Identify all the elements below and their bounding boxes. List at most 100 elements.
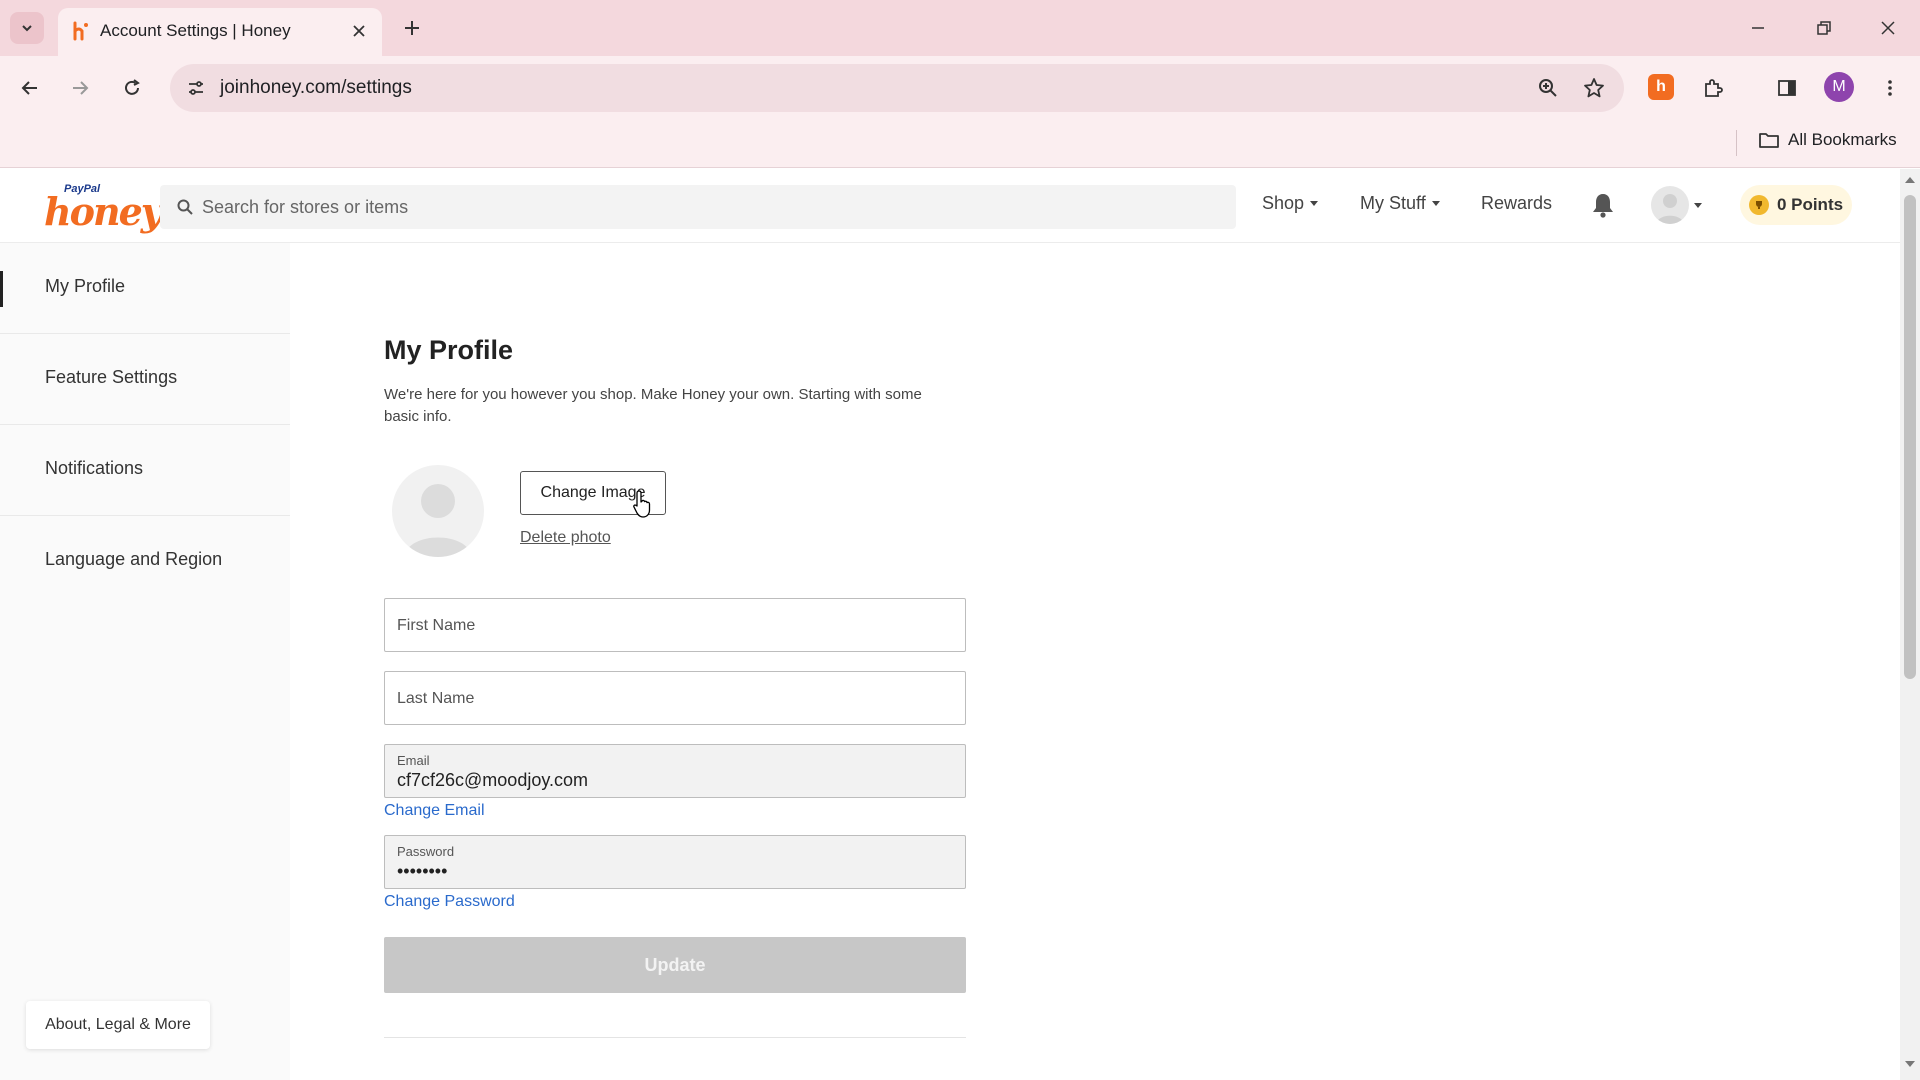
forward-button[interactable] bbox=[64, 72, 96, 104]
tab-close-button[interactable] bbox=[348, 20, 370, 42]
delete-photo-link[interactable]: Delete photo bbox=[520, 529, 611, 547]
points-badge[interactable]: 0 Points bbox=[1740, 185, 1852, 225]
browser-menu-button[interactable] bbox=[1874, 72, 1906, 104]
plus-icon bbox=[405, 21, 419, 35]
main-content: My Profile We're here for you however yo… bbox=[290, 243, 1900, 1080]
scroll-down-arrow-icon[interactable] bbox=[1905, 1061, 1915, 1067]
sidebar-item-label: Feature Settings bbox=[45, 367, 178, 387]
caret-down-icon bbox=[1310, 201, 1319, 206]
page-description: We're here for you however you shop. Mak… bbox=[384, 386, 922, 425]
bell-icon[interactable] bbox=[1590, 191, 1616, 219]
new-tab-button[interactable] bbox=[398, 14, 426, 42]
search-input[interactable] bbox=[202, 185, 1222, 229]
tune-icon bbox=[189, 81, 203, 95]
minimize-icon bbox=[1752, 27, 1764, 29]
page-scrollbar[interactable] bbox=[1900, 169, 1920, 1080]
close-window-button[interactable] bbox=[1868, 12, 1908, 44]
close-icon bbox=[1881, 21, 1895, 35]
honey-extension-icon[interactable]: h bbox=[1648, 74, 1674, 100]
honey-logo[interactable]: PayPal honey bbox=[44, 183, 163, 234]
caret-down-icon[interactable] bbox=[1694, 203, 1702, 208]
last-name-placeholder: Last Name bbox=[397, 690, 475, 707]
star-icon bbox=[1584, 78, 1604, 98]
nav-my-stuff[interactable]: My Stuff bbox=[1360, 193, 1440, 214]
nav-rewards-label: Rewards bbox=[1481, 193, 1553, 213]
chevron-down-icon bbox=[22, 25, 32, 32]
nav-my-stuff-label: My Stuff bbox=[1360, 193, 1426, 213]
browser-toolbar: joinhoney.com/settings h M bbox=[0, 56, 1920, 120]
user-avatar[interactable] bbox=[1651, 186, 1689, 224]
nav-shop[interactable]: Shop bbox=[1262, 193, 1319, 214]
more-vertical-icon bbox=[1888, 80, 1892, 96]
reload-button[interactable] bbox=[116, 72, 148, 104]
reload-icon bbox=[125, 79, 140, 95]
honey-favicon-icon bbox=[73, 21, 88, 41]
profile-photo bbox=[392, 465, 484, 557]
points-label: 0 Points bbox=[1776, 195, 1844, 214]
minimize-button[interactable] bbox=[1738, 12, 1778, 44]
scroll-up-arrow-icon[interactable] bbox=[1905, 177, 1915, 183]
email-label: Email bbox=[397, 753, 430, 768]
nav-shop-label: Shop bbox=[1262, 193, 1305, 213]
all-bookmarks-button[interactable]: All Bookmarks bbox=[1758, 130, 1897, 150]
caret-down-icon bbox=[1431, 201, 1440, 206]
last-name-field[interactable]: Last Name bbox=[384, 671, 966, 725]
user-placeholder-icon bbox=[1656, 194, 1684, 224]
password-label: Password bbox=[397, 844, 455, 859]
bookmark-star-button[interactable] bbox=[1580, 74, 1608, 102]
browser-profile-avatar[interactable]: M bbox=[1824, 72, 1854, 102]
settings-sidebar: My Profile Feature Settings Notification… bbox=[0, 243, 290, 1080]
sidebar-item-notifications[interactable]: Notifications bbox=[0, 425, 290, 516]
trophy-coin-icon bbox=[1748, 195, 1769, 215]
email-field: Email cf7cf26c@moodjoy.com bbox=[384, 744, 966, 798]
update-button[interactable]: Update bbox=[384, 937, 966, 993]
sidebar-item-label: Language and Region bbox=[45, 549, 223, 569]
extensions-button[interactable] bbox=[1697, 72, 1729, 104]
site-info-button[interactable] bbox=[182, 74, 210, 102]
side-panel-button[interactable] bbox=[1771, 72, 1803, 104]
change-email-link[interactable]: Change Email bbox=[384, 802, 485, 820]
sidebar-item-label: Notifications bbox=[45, 458, 144, 478]
site-header: PayPal honey Shop My Stuff Rewards 0 Poi… bbox=[0, 169, 1900, 243]
sidebar-item-my-profile[interactable]: My Profile bbox=[0, 243, 290, 334]
url-text: joinhoney.com/settings bbox=[220, 77, 412, 98]
nav-rewards[interactable]: Rewards bbox=[1481, 193, 1552, 214]
sidebar-item-language-region[interactable]: Language and Region bbox=[0, 516, 290, 607]
scrollbar-thumb[interactable] bbox=[1904, 195, 1916, 679]
password-value: •••••••• bbox=[397, 861, 448, 881]
all-bookmarks-label: All Bookmarks bbox=[1788, 130, 1897, 149]
restore-icon bbox=[1817, 21, 1831, 35]
user-placeholder-icon bbox=[404, 484, 472, 557]
about-legal-button[interactable]: About, Legal & More bbox=[26, 1001, 210, 1049]
side-panel-icon bbox=[1778, 80, 1796, 96]
puzzle-icon bbox=[1705, 79, 1723, 97]
address-bar[interactable]: joinhoney.com/settings bbox=[170, 64, 1624, 112]
page-title: My Profile bbox=[384, 335, 514, 365]
sidebar-item-feature-settings[interactable]: Feature Settings bbox=[0, 334, 290, 425]
folder-icon bbox=[1759, 133, 1779, 148]
tab-title: Account Settings | Honey bbox=[100, 21, 291, 40]
back-button[interactable] bbox=[14, 72, 46, 104]
hand-cursor-icon bbox=[633, 490, 651, 518]
zoom-icon bbox=[1539, 79, 1557, 97]
section-divider bbox=[384, 1037, 966, 1038]
bookmarks-separator bbox=[1736, 130, 1737, 156]
zoom-button[interactable] bbox=[1534, 74, 1562, 102]
password-field: Password •••••••• bbox=[384, 835, 966, 889]
email-value: cf7cf26c@moodjoy.com bbox=[397, 770, 589, 790]
first-name-placeholder: First Name bbox=[397, 617, 476, 634]
search-icon bbox=[177, 199, 193, 215]
arrow-right-icon bbox=[73, 81, 89, 95]
sidebar-item-label: My Profile bbox=[45, 276, 126, 296]
first-name-field[interactable]: First Name bbox=[384, 598, 966, 652]
restore-button[interactable] bbox=[1804, 12, 1844, 44]
close-icon bbox=[353, 25, 365, 37]
bookmarks-bar: All Bookmarks bbox=[0, 120, 1920, 168]
arrow-left-icon bbox=[21, 81, 37, 95]
browser-tab-bar: Account Settings | Honey bbox=[0, 0, 1920, 56]
browser-tab-active[interactable]: Account Settings | Honey bbox=[58, 8, 382, 56]
logo-honey-text: honey bbox=[44, 189, 163, 234]
site-search bbox=[160, 185, 1236, 229]
change-password-link[interactable]: Change Password bbox=[384, 893, 515, 911]
tab-search-button[interactable] bbox=[10, 12, 44, 44]
